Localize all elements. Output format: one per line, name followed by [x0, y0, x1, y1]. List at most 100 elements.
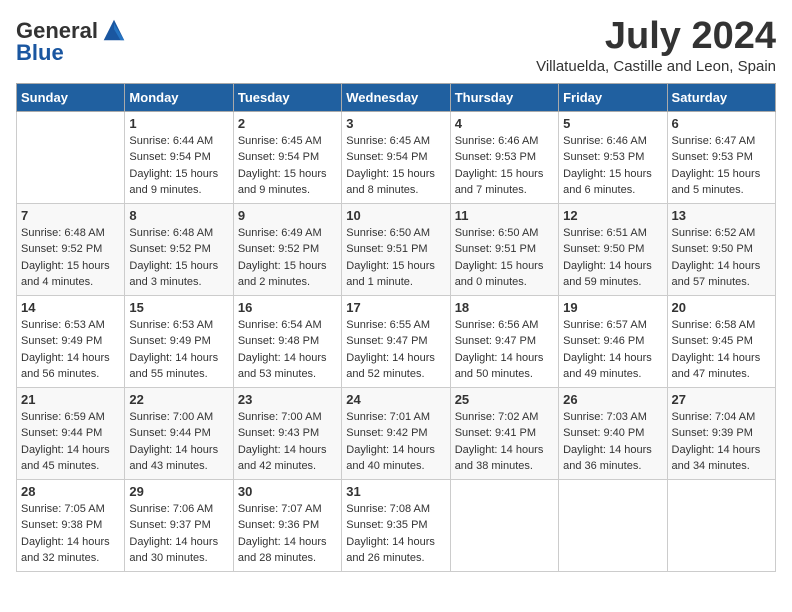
day-number: 24 — [346, 392, 445, 407]
day-content: Sunrise: 6:54 AM Sunset: 9:48 PM Dayligh… — [238, 317, 337, 383]
day-content: Sunrise: 6:46 AM Sunset: 9:53 PM Dayligh… — [455, 133, 554, 199]
week-row-3: 14 Sunrise: 6:53 AM Sunset: 9:49 PM Dayli… — [17, 295, 776, 387]
calendar-cell: 30 Sunrise: 7:07 AM Sunset: 9:36 PM Dayli… — [233, 479, 341, 571]
day-content: Sunrise: 6:46 AM Sunset: 9:53 PM Dayligh… — [563, 133, 662, 199]
day-number: 11 — [455, 208, 554, 223]
column-header-thursday: Thursday — [450, 83, 558, 111]
calendar-cell: 19Sunrise: 6:57 AM Sunset: 9:46 PM Dayli… — [559, 295, 667, 387]
calendar-cell: 28 Sunrise: 7:05 AM Sunset: 9:38 PM Dayli… — [17, 479, 125, 571]
day-number: 8 — [129, 208, 228, 223]
header-row: SundayMondayTuesdayWednesdayThursdayFrid… — [17, 83, 776, 111]
day-number: 28 — [21, 484, 120, 499]
calendar-cell: 7Sunrise: 6:48 AM Sunset: 9:52 PM Daylig… — [17, 203, 125, 295]
day-number: 22 — [129, 392, 228, 407]
day-content: Sunrise: 7:08 AM Sunset: 9:35 PM Dayligh… — [346, 501, 445, 567]
day-content: Sunrise: 7:07 AM Sunset: 9:36 PM Dayligh… — [238, 501, 337, 567]
calendar-cell: 27Sunrise: 7:04 AM Sunset: 9:39 PM Dayli… — [667, 387, 775, 479]
day-number: 6 — [672, 116, 771, 131]
calendar-body: 1 Sunrise: 6:44 AM Sunset: 9:54 PM Daylig… — [17, 111, 776, 571]
day-number: 26 — [563, 392, 662, 407]
calendar-cell: 9 Sunrise: 6:49 AM Sunset: 9:52 PM Daylig… — [233, 203, 341, 295]
calendar-cell: 6 Sunrise: 6:47 AM Sunset: 9:53 PM Daylig… — [667, 111, 775, 203]
day-content: Sunrise: 6:58 AM Sunset: 9:45 PM Dayligh… — [672, 317, 771, 383]
day-content: Sunrise: 6:53 AM Sunset: 9:49 PM Dayligh… — [129, 317, 228, 383]
week-row-4: 21 Sunrise: 6:59 AM Sunset: 9:44 PM Dayli… — [17, 387, 776, 479]
day-content: Sunrise: 7:00 AM Sunset: 9:43 PM Dayligh… — [238, 409, 337, 475]
calendar-cell: 15Sunrise: 6:53 AM Sunset: 9:49 PM Dayli… — [125, 295, 233, 387]
calendar-cell: 11 Sunrise: 6:50 AM Sunset: 9:51 PM Dayli… — [450, 203, 558, 295]
day-content: Sunrise: 7:01 AM Sunset: 9:42 PM Dayligh… — [346, 409, 445, 475]
day-content: Sunrise: 6:47 AM Sunset: 9:53 PM Dayligh… — [672, 133, 771, 199]
calendar-cell: 3 Sunrise: 6:45 AM Sunset: 9:54 PM Daylig… — [342, 111, 450, 203]
day-content: Sunrise: 6:51 AM Sunset: 9:50 PM Dayligh… — [563, 225, 662, 291]
day-number: 9 — [238, 208, 337, 223]
calendar-table: SundayMondayTuesdayWednesdayThursdayFrid… — [16, 83, 776, 572]
day-number: 30 — [238, 484, 337, 499]
day-content: Sunrise: 6:59 AM Sunset: 9:44 PM Dayligh… — [21, 409, 120, 475]
day-content: Sunrise: 6:48 AM Sunset: 9:52 PM Dayligh… — [129, 225, 228, 291]
calendar-cell: 23Sunrise: 7:00 AM Sunset: 9:43 PM Dayli… — [233, 387, 341, 479]
day-number: 17 — [346, 300, 445, 315]
logo-blue-text: Blue — [16, 42, 64, 64]
calendar-cell: 16 Sunrise: 6:54 AM Sunset: 9:48 PM Dayli… — [233, 295, 341, 387]
day-content: Sunrise: 7:00 AM Sunset: 9:44 PM Dayligh… — [129, 409, 228, 475]
day-content: Sunrise: 6:53 AM Sunset: 9:49 PM Dayligh… — [21, 317, 120, 383]
day-content: Sunrise: 7:05 AM Sunset: 9:38 PM Dayligh… — [21, 501, 120, 567]
day-number: 20 — [672, 300, 771, 315]
day-content: Sunrise: 6:55 AM Sunset: 9:47 PM Dayligh… — [346, 317, 445, 383]
calendar-cell: 8 Sunrise: 6:48 AM Sunset: 9:52 PM Daylig… — [125, 203, 233, 295]
calendar-cell — [450, 479, 558, 571]
calendar-cell: 4Sunrise: 6:46 AM Sunset: 9:53 PM Daylig… — [450, 111, 558, 203]
calendar-cell: 5Sunrise: 6:46 AM Sunset: 9:53 PM Daylig… — [559, 111, 667, 203]
day-number: 1 — [129, 116, 228, 131]
calendar-cell: 22 Sunrise: 7:00 AM Sunset: 9:44 PM Dayli… — [125, 387, 233, 479]
day-number: 12 — [563, 208, 662, 223]
logo-icon — [100, 16, 128, 44]
calendar-cell: 21 Sunrise: 6:59 AM Sunset: 9:44 PM Dayli… — [17, 387, 125, 479]
calendar-cell: 20 Sunrise: 6:58 AM Sunset: 9:45 PM Dayli… — [667, 295, 775, 387]
calendar-cell: 25Sunrise: 7:02 AM Sunset: 9:41 PM Dayli… — [450, 387, 558, 479]
calendar-cell — [559, 479, 667, 571]
day-content: Sunrise: 6:45 AM Sunset: 9:54 PM Dayligh… — [346, 133, 445, 199]
day-content: Sunrise: 6:44 AM Sunset: 9:54 PM Dayligh… — [129, 133, 228, 199]
title-block: July 2024 Villatuelda, Castille and Leon… — [536, 16, 776, 75]
calendar-cell: 24 Sunrise: 7:01 AM Sunset: 9:42 PM Dayli… — [342, 387, 450, 479]
day-number: 29 — [129, 484, 228, 499]
day-content: Sunrise: 6:56 AM Sunset: 9:47 PM Dayligh… — [455, 317, 554, 383]
day-content: Sunrise: 7:04 AM Sunset: 9:39 PM Dayligh… — [672, 409, 771, 475]
column-header-saturday: Saturday — [667, 83, 775, 111]
day-content: Sunrise: 6:49 AM Sunset: 9:52 PM Dayligh… — [238, 225, 337, 291]
calendar-cell: 14 Sunrise: 6:53 AM Sunset: 9:49 PM Dayli… — [17, 295, 125, 387]
page-subtitle: Villatuelda, Castille and Leon, Spain — [536, 58, 776, 75]
calendar-cell: 26 Sunrise: 7:03 AM Sunset: 9:40 PM Dayli… — [559, 387, 667, 479]
day-content: Sunrise: 6:50 AM Sunset: 9:51 PM Dayligh… — [346, 225, 445, 291]
day-content: Sunrise: 6:50 AM Sunset: 9:51 PM Dayligh… — [455, 225, 554, 291]
day-number: 2 — [238, 116, 337, 131]
calendar-cell: 18 Sunrise: 6:56 AM Sunset: 9:47 PM Dayli… — [450, 295, 558, 387]
column-header-wednesday: Wednesday — [342, 83, 450, 111]
day-number: 25 — [455, 392, 554, 407]
week-row-2: 7 Sunrise: 6:48 AM Sunset: 9:52 PM Daylig… — [17, 203, 776, 295]
day-content: Sunrise: 6:45 AM Sunset: 9:54 PM Dayligh… — [238, 133, 337, 199]
logo: General Blue — [16, 16, 128, 64]
calendar-cell: 13Sunrise: 6:52 AM Sunset: 9:50 PM Dayli… — [667, 203, 775, 295]
day-content: Sunrise: 6:57 AM Sunset: 9:46 PM Dayligh… — [563, 317, 662, 383]
calendar-cell: 17 Sunrise: 6:55 AM Sunset: 9:47 PM Dayli… — [342, 295, 450, 387]
day-number: 14 — [21, 300, 120, 315]
day-number: 21 — [21, 392, 120, 407]
calendar-cell — [667, 479, 775, 571]
day-number: 31 — [346, 484, 445, 499]
day-number: 7 — [21, 208, 120, 223]
calendar-cell: 10Sunrise: 6:50 AM Sunset: 9:51 PM Dayli… — [342, 203, 450, 295]
column-header-friday: Friday — [559, 83, 667, 111]
column-header-monday: Monday — [125, 83, 233, 111]
day-number: 16 — [238, 300, 337, 315]
day-content: Sunrise: 7:03 AM Sunset: 9:40 PM Dayligh… — [563, 409, 662, 475]
page-header: General Blue July 2024 Villatuelda, Cast… — [16, 16, 776, 75]
calendar-cell: 31 Sunrise: 7:08 AM Sunset: 9:35 PM Dayli… — [342, 479, 450, 571]
day-number: 3 — [346, 116, 445, 131]
calendar-cell: 12 Sunrise: 6:51 AM Sunset: 9:50 PM Dayli… — [559, 203, 667, 295]
week-row-5: 28 Sunrise: 7:05 AM Sunset: 9:38 PM Dayli… — [17, 479, 776, 571]
day-number: 18 — [455, 300, 554, 315]
day-content: Sunrise: 6:52 AM Sunset: 9:50 PM Dayligh… — [672, 225, 771, 291]
